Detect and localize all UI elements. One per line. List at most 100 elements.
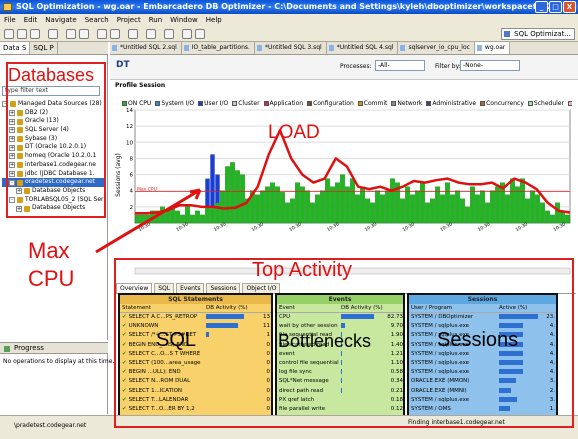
filter-by-select[interactable]: -None-: [460, 60, 520, 71]
sql-row[interactable]: ✔ SELECT 1...ICATION 0: [120, 387, 271, 396]
tab-untitled-sql-3[interactable]: *Untitled SQL 3.sql: [255, 42, 327, 54]
menu-window[interactable]: Window: [170, 14, 198, 26]
tree-item[interactable]: + DB2 (2): [2, 109, 106, 118]
tab-sessions[interactable]: Sessions: [206, 283, 241, 293]
event-row[interactable]: wait by other session 9.70: [277, 322, 403, 331]
tab-progress[interactable]: Progress: [0, 342, 108, 354]
tab-overview[interactable]: Overview: [116, 283, 153, 293]
tab-wg-oar[interactable]: wg.oar: [474, 42, 511, 54]
menu-search[interactable]: Search: [85, 14, 109, 26]
session-row[interactable]: SYSTEM / OMS 1.: [409, 405, 556, 414]
sql-row[interactable]: ✔ SELECT A.C...PS_RETROP 13: [120, 313, 271, 322]
col-user-program[interactable]: User / Program: [409, 304, 497, 312]
session-row[interactable]: ORACLE.EXE (MMNI) 2.: [409, 387, 556, 396]
expand-icon[interactable]: +: [9, 118, 15, 125]
expand-icon[interactable]: +: [9, 127, 15, 134]
collapse-icon[interactable]: -: [2, 101, 8, 108]
sql-row[interactable]: ✔ SELECT T...O...ER BY 1,2 0: [120, 405, 271, 414]
session-row[interactable]: SYSTEM / sqlplus.exe 4.: [409, 368, 556, 377]
tree-item[interactable]: - Managed Data Sources (28): [2, 100, 106, 109]
tree-item[interactable]: + homeq (Oracle 10.2.0.1: [2, 152, 106, 161]
print-icon[interactable]: [48, 29, 58, 39]
col-statement[interactable]: Statement: [120, 304, 204, 312]
tab-data-source-explorer[interactable]: Data S: [0, 42, 31, 54]
perspective-switcher[interactable]: SQL Optimizat...: [501, 28, 575, 40]
tree-item[interactable]: + interbase1.codegear.ne: [2, 161, 106, 170]
tune-icon[interactable]: [146, 29, 156, 39]
expand-icon[interactable]: +: [9, 144, 15, 151]
session-row[interactable]: ORACLE.EXE (MMON) 3.: [409, 377, 556, 386]
tab-sqlserver-io-cpu[interactable]: sqlserver_io_cpu_loc: [398, 42, 475, 54]
minimize-button[interactable]: _: [535, 1, 548, 13]
tree-item[interactable]: + Sybase (3): [2, 135, 106, 144]
tab-untitled-sql-2[interactable]: *Untitled SQL 2.sql: [110, 42, 182, 54]
run-icon[interactable]: [97, 29, 107, 39]
col-event[interactable]: Event: [277, 304, 339, 312]
expand-icon[interactable]: +: [9, 162, 15, 169]
stop-icon[interactable]: [110, 29, 120, 39]
expand-icon[interactable]: +: [16, 188, 22, 195]
expand-icon[interactable]: +: [9, 153, 15, 160]
session-row[interactable]: SYSTEM / sqlplus.exe 3.: [409, 396, 556, 405]
menu-project[interactable]: Project: [117, 14, 141, 26]
sql-row[interactable]: ✔ BEGIN ...ULL); END 0: [120, 368, 271, 377]
sql-row[interactable]: ✔ SELECT C...O...S T WHERE 0: [120, 350, 271, 359]
search-icon[interactable]: [164, 29, 174, 39]
tree-item[interactable]: + Oracle (13): [2, 117, 106, 126]
event-row[interactable]: log file sync 0.58: [277, 368, 403, 377]
sql-row[interactable]: ✔ SELECT T...LALENDAR 0: [120, 396, 271, 405]
tree-item[interactable]: - oradetest.codegear.net: [2, 178, 106, 187]
menu-edit[interactable]: Edit: [24, 14, 38, 26]
profile-icon[interactable]: [128, 29, 138, 39]
maximize-button[interactable]: □: [549, 1, 562, 13]
filter-input[interactable]: type filter text: [2, 86, 100, 96]
tree-item[interactable]: + DT (Oracle 10.2.0.1): [2, 143, 106, 152]
collapse-icon[interactable]: -: [9, 196, 15, 203]
save-icon[interactable]: [30, 29, 40, 39]
tree-item[interactable]: + jdbc (JDBC Database 1.: [2, 170, 106, 179]
expand-icon[interactable]: +: [9, 110, 15, 117]
event-row[interactable]: event 1.21: [277, 350, 403, 359]
tree-item[interactable]: + Database Objects: [2, 187, 106, 196]
tab-object-io[interactable]: Object I/O: [242, 283, 281, 293]
new-icon[interactable]: [4, 29, 14, 39]
menu-navigate[interactable]: Navigate: [45, 14, 76, 26]
event-row[interactable]: PX qref latch 0.18: [277, 396, 403, 405]
event-row[interactable]: CPU 82.73: [277, 313, 403, 322]
expand-icon[interactable]: +: [9, 170, 15, 177]
forward-icon[interactable]: [195, 29, 205, 39]
expand-icon[interactable]: +: [16, 205, 22, 212]
sql-row[interactable]: ✔ SELECT (100...area_usage 0: [120, 359, 271, 368]
session-row[interactable]: SYSTEM / sqlplus.exe 4.: [409, 359, 556, 368]
collapse-icon[interactable]: -: [9, 179, 15, 186]
sql-row[interactable]: ✔ SELECT N...ROM DUAL 0: [120, 377, 271, 386]
tab-sql-project[interactable]: SQL P: [30, 42, 58, 54]
event-row[interactable]: SQL*Net message 0.34: [277, 377, 403, 386]
expand-icon[interactable]: +: [9, 136, 15, 143]
open-icon[interactable]: [17, 29, 27, 39]
tab-sql[interactable]: SQL: [154, 283, 175, 293]
datasource-title[interactable]: DT: [116, 60, 130, 70]
load-chart[interactable]: 2468101214Sessions (avg) Max CPU10:30 10:3…: [110, 80, 578, 285]
event-row[interactable]: direct path read 0.21: [277, 387, 403, 396]
processes-select[interactable]: -All-: [375, 60, 425, 71]
connect-icon[interactable]: [79, 29, 89, 39]
session-row[interactable]: SYSTEM / sqlplus.exe 4.: [409, 350, 556, 359]
col-event-activity[interactable]: DB Activity (%): [339, 304, 403, 312]
col-db-activity[interactable]: DB Activity (%): [204, 304, 264, 312]
tree-item[interactable]: + SQL Server (4): [2, 126, 106, 135]
back-icon[interactable]: [182, 29, 192, 39]
tab-io-table-partitions[interactable]: IO_table_partitions.: [182, 42, 255, 54]
tree-item[interactable]: - TORLABSQL05_2 (SQL Ser: [2, 196, 106, 205]
col-active[interactable]: Active (%): [497, 304, 555, 312]
close-button[interactable]: X: [563, 1, 576, 13]
tree-item[interactable]: + Database Objects: [2, 204, 106, 213]
session-row[interactable]: SYSTEM / DBOptimizer 23.: [409, 313, 556, 322]
tab-untitled-sql-4[interactable]: *Untitled SQL 4.sql: [327, 42, 399, 54]
menu-help[interactable]: Help: [206, 14, 222, 26]
event-row[interactable]: control file sequential read 1.10: [277, 359, 403, 368]
tab-events[interactable]: Events: [176, 283, 205, 293]
sql-icon[interactable]: [66, 29, 76, 39]
event-row[interactable]: file parallel write 0.12: [277, 405, 403, 414]
menu-file[interactable]: File: [4, 14, 16, 26]
